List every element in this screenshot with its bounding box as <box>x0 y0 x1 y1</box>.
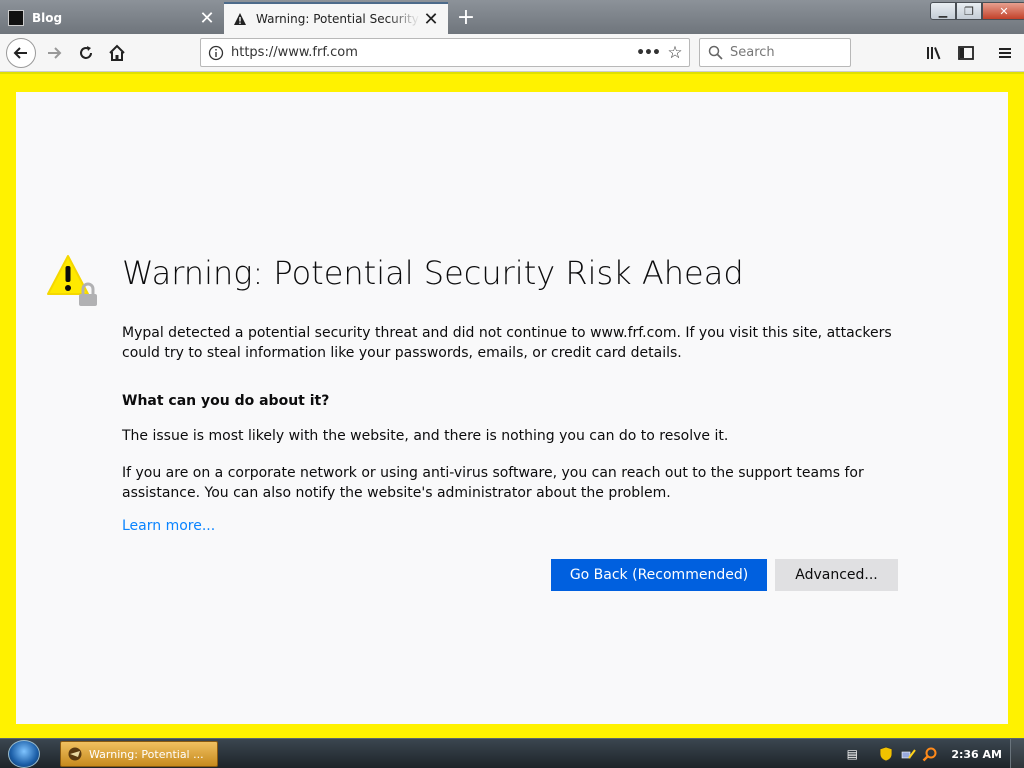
warning-frame: Warning: Potential Security Risk Ahead M… <box>0 72 1024 738</box>
maximize-button[interactable]: ❐ <box>956 2 982 20</box>
network-icon[interactable] <box>899 745 917 763</box>
back-arrow-icon <box>13 47 27 59</box>
intro-text: Mypal detected a potential security thre… <box>122 325 892 361</box>
security-shield-icon[interactable] <box>877 745 895 763</box>
taskbar-window-label: Warning: Potential ... <box>89 747 204 761</box>
home-button[interactable] <box>103 39 131 67</box>
page-actions-icon[interactable]: ••• <box>635 45 661 61</box>
go-back-button[interactable]: Go Back (Recommended) <box>551 559 767 591</box>
sidebar-button[interactable] <box>952 39 980 67</box>
menu-button[interactable] <box>991 39 1019 67</box>
close-tab-icon[interactable]: ✕ <box>196 7 218 29</box>
tab-blog[interactable]: Blog ✕ <box>0 2 224 34</box>
taskbar: Warning: Potential ... ▤ 2:36 AM <box>0 738 1024 768</box>
keyboard-icon[interactable]: ▤ <box>843 745 861 763</box>
navigation-toolbar: https://www.frf.com ••• ☆ Search <box>0 34 1024 72</box>
what-to-do-heading: What can you do about it? <box>122 393 330 409</box>
warning-favicon-icon <box>232 11 248 27</box>
forward-button[interactable] <box>40 39 68 67</box>
home-icon <box>109 44 125 61</box>
mypal-app-icon <box>68 747 82 761</box>
page-title: Warning: Potential Security Risk Ahead <box>122 254 744 292</box>
close-tab-icon[interactable]: ✕ <box>420 8 442 30</box>
reload-button[interactable] <box>72 39 100 67</box>
tab-label: Blog <box>32 11 63 25</box>
bookmark-star-icon[interactable]: ☆ <box>661 43 689 63</box>
show-desktop-button[interactable] <box>1010 739 1024 768</box>
site-info-icon[interactable] <box>201 45 231 61</box>
reload-icon <box>80 46 92 59</box>
url-text[interactable]: https://www.frf.com <box>231 45 635 60</box>
search-tray-icon[interactable] <box>921 745 939 763</box>
close-window-button[interactable]: ✕ <box>982 2 1024 20</box>
corporate-network-text: If you are on a corporate network or usi… <box>122 465 864 501</box>
start-button[interactable] <box>8 740 40 768</box>
advanced-button[interactable]: Advanced... <box>775 559 898 591</box>
issue-text: The issue is most likely with the websit… <box>122 428 729 444</box>
new-tab-button[interactable]: + <box>452 4 480 30</box>
search-icon <box>700 45 730 60</box>
search-placeholder: Search <box>730 45 775 60</box>
clock[interactable]: 2:36 AM <box>951 748 1002 761</box>
search-input[interactable]: Search <box>699 38 851 67</box>
library-icon <box>927 47 941 60</box>
window-controls: ▁ ❐ ✕ <box>930 2 1024 20</box>
tab-strip: Blog ✕ Warning: Potential Security Risk … <box>0 0 1024 34</box>
error-page: Warning: Potential Security Risk Ahead M… <box>16 92 1008 724</box>
blog-favicon-icon <box>8 10 24 26</box>
minimize-button[interactable]: ▁ <box>930 2 956 20</box>
system-tray: ▤ 2:36 AM <box>841 739 1024 768</box>
learn-more-link[interactable]: Learn more... <box>122 518 215 534</box>
hamburger-menu-icon <box>999 48 1011 58</box>
tab-warning[interactable]: Warning: Potential Security Risk Ahead ✕ <box>224 2 448 34</box>
taskbar-window-item[interactable]: Warning: Potential ... <box>60 741 218 767</box>
sidebar-icon <box>958 46 974 60</box>
url-bar[interactable]: https://www.frf.com ••• ☆ <box>200 38 690 67</box>
back-button[interactable] <box>6 38 36 68</box>
warning-lock-icon <box>47 255 97 306</box>
library-button[interactable] <box>920 39 948 67</box>
forward-arrow-icon <box>48 47 62 59</box>
tab-label: Warning: Potential Security Risk Ahead <box>256 12 420 26</box>
